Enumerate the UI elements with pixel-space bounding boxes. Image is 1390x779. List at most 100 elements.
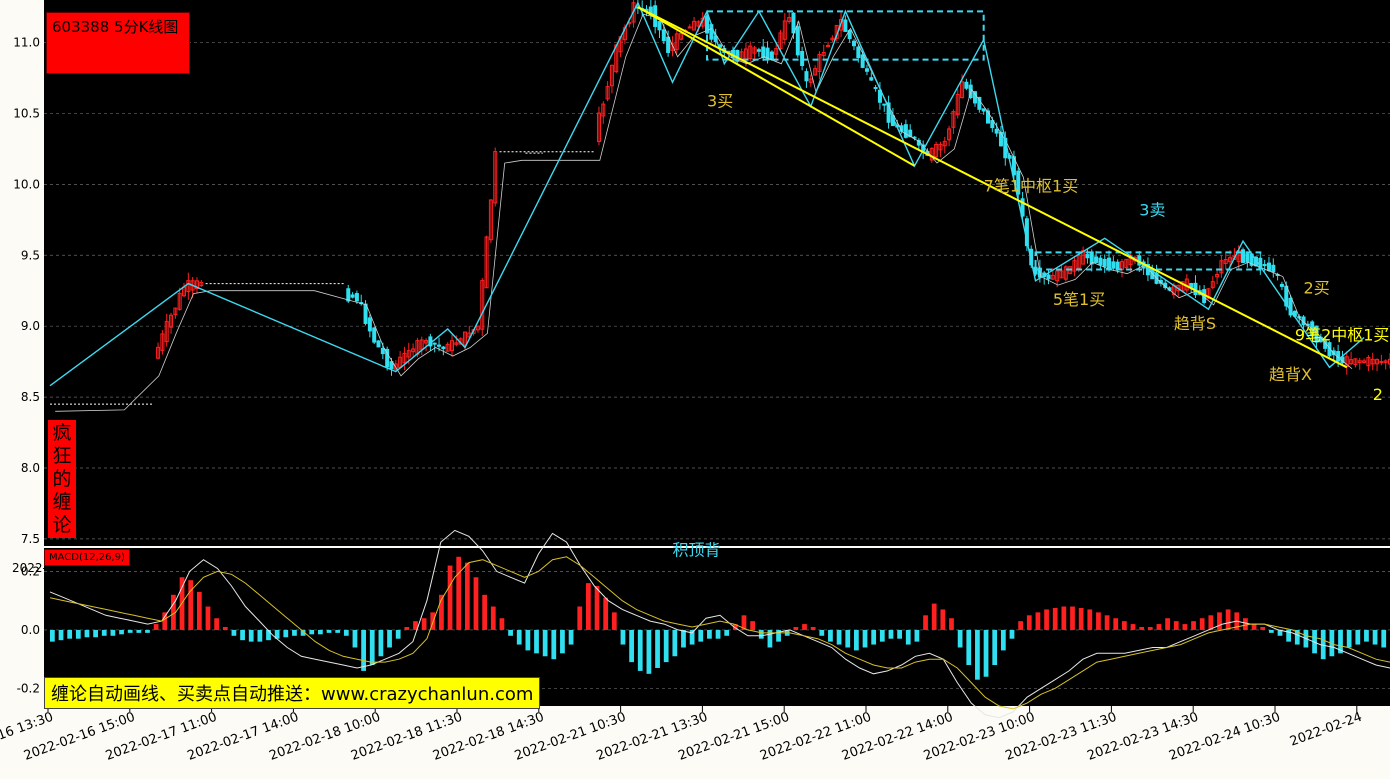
macd-bar <box>716 630 721 639</box>
macd-bar <box>50 630 55 642</box>
macd-bar <box>1183 624 1188 630</box>
macd-bar <box>456 557 461 630</box>
macd-bar <box>1113 618 1118 630</box>
macd-bar <box>543 630 548 656</box>
promo-banner[interactable]: 缠论自动画线、买卖点自动推送：www.crazychanlun.com <box>44 677 540 709</box>
macd-bar <box>655 630 660 668</box>
price-tick-label: 8.0 <box>21 461 40 475</box>
macd-bar <box>145 630 150 633</box>
macd-bar <box>309 630 314 634</box>
macd-bar <box>638 630 643 671</box>
side-label: 疯狂的缠论 <box>48 420 76 538</box>
macd-bar <box>85 630 90 637</box>
macd-bar <box>534 630 539 653</box>
macd-bar <box>188 580 193 630</box>
macd-bar <box>966 630 971 665</box>
candle-body <box>1112 262 1115 268</box>
macd-bar <box>223 627 228 630</box>
macd-bar <box>915 630 920 642</box>
macd-bar <box>353 630 358 648</box>
macd-bar <box>871 630 876 645</box>
signal-annotation: 3卖 <box>1139 201 1165 220</box>
candle-body <box>861 55 864 68</box>
macd-bar <box>863 630 868 648</box>
candle-body <box>982 109 985 111</box>
macd-bar <box>595 586 600 630</box>
signal-annotation: 趋背X <box>1269 365 1312 384</box>
macd-bar <box>923 615 928 630</box>
macd-bar <box>724 630 729 636</box>
chart-svg: 5笔1卖盘背0卖中枢1卖3买7笔1中枢1买3卖5笔1买2买趋背S9笔2中枢1买趋… <box>0 0 1390 775</box>
macd-bar <box>940 609 945 629</box>
macd-bar <box>1010 630 1015 639</box>
candle-body <box>1095 257 1098 263</box>
signal-annotation: 2 <box>1373 385 1383 404</box>
macd-bar <box>232 630 237 636</box>
macd-bar <box>448 566 453 630</box>
macd-bar <box>819 630 824 636</box>
macd-bar <box>318 630 323 634</box>
macd-bar <box>1148 627 1153 630</box>
macd-bar <box>1053 608 1058 630</box>
candle-body <box>381 348 384 353</box>
price-tick-label: 10.5 <box>13 106 40 120</box>
macd-bar <box>206 607 211 630</box>
macd-bar <box>214 618 219 630</box>
macd-bar <box>698 630 703 642</box>
macd-bar <box>266 630 271 640</box>
macd-bar <box>102 630 107 636</box>
macd-tick-label: -0.2 <box>17 681 40 695</box>
macd-bar <box>119 630 124 634</box>
chart: 5笔1卖盘背0卖中枢1卖3买7笔1中枢1买3卖5笔1买2买趋背S9笔2中枢1买趋… <box>0 0 1390 775</box>
macd-bar <box>984 630 989 677</box>
macd-bar <box>197 592 202 630</box>
macd-bar <box>249 630 254 642</box>
macd-bar <box>932 604 937 630</box>
macd-bar <box>560 630 565 653</box>
macd-bar <box>551 630 556 659</box>
macd-bar <box>517 630 522 645</box>
candle-body <box>433 343 436 344</box>
macd-bar <box>508 630 513 636</box>
macd-bar <box>474 577 479 630</box>
macd-label: MACD(12,26,9) <box>44 549 130 566</box>
candle-body <box>1099 258 1102 265</box>
macd-bar <box>292 630 297 636</box>
macd-bar <box>612 612 617 630</box>
candle-body <box>865 69 868 71</box>
candle-body <box>658 22 661 30</box>
signal-annotation: 趋背S <box>1174 314 1216 333</box>
candle-body <box>965 82 968 88</box>
candle-body <box>796 27 799 55</box>
signal-annotation: 2买 <box>1304 279 1330 298</box>
macd-bar <box>93 630 98 637</box>
macd-bar <box>1027 615 1032 630</box>
macd-bar <box>1260 627 1265 630</box>
macd-bar <box>793 627 798 630</box>
candle-body <box>844 20 847 31</box>
macd-bar <box>500 618 505 630</box>
candle-body <box>974 92 977 103</box>
macd-bar <box>422 618 427 630</box>
macd-bar <box>1364 630 1369 642</box>
macd-bar <box>1036 612 1041 630</box>
macd-bar <box>1174 621 1179 630</box>
macd-bar <box>76 630 81 639</box>
candle-body <box>1047 275 1050 279</box>
macd-bar <box>257 630 262 642</box>
macd-bar <box>647 630 652 674</box>
macd-bar <box>128 630 133 633</box>
macd-bar <box>67 630 72 639</box>
macd-bar <box>1226 609 1231 629</box>
macd-bar <box>1243 618 1248 630</box>
macd-bar <box>681 630 686 648</box>
candle-body <box>368 318 371 331</box>
candle-body <box>355 294 358 301</box>
macd-bar <box>525 630 530 650</box>
macd-bar <box>975 630 980 680</box>
macd-bar <box>897 630 902 639</box>
macd-bar <box>111 630 116 636</box>
candle-body <box>1267 263 1270 270</box>
macd-bar <box>327 630 332 633</box>
macd-bar <box>1139 627 1144 630</box>
